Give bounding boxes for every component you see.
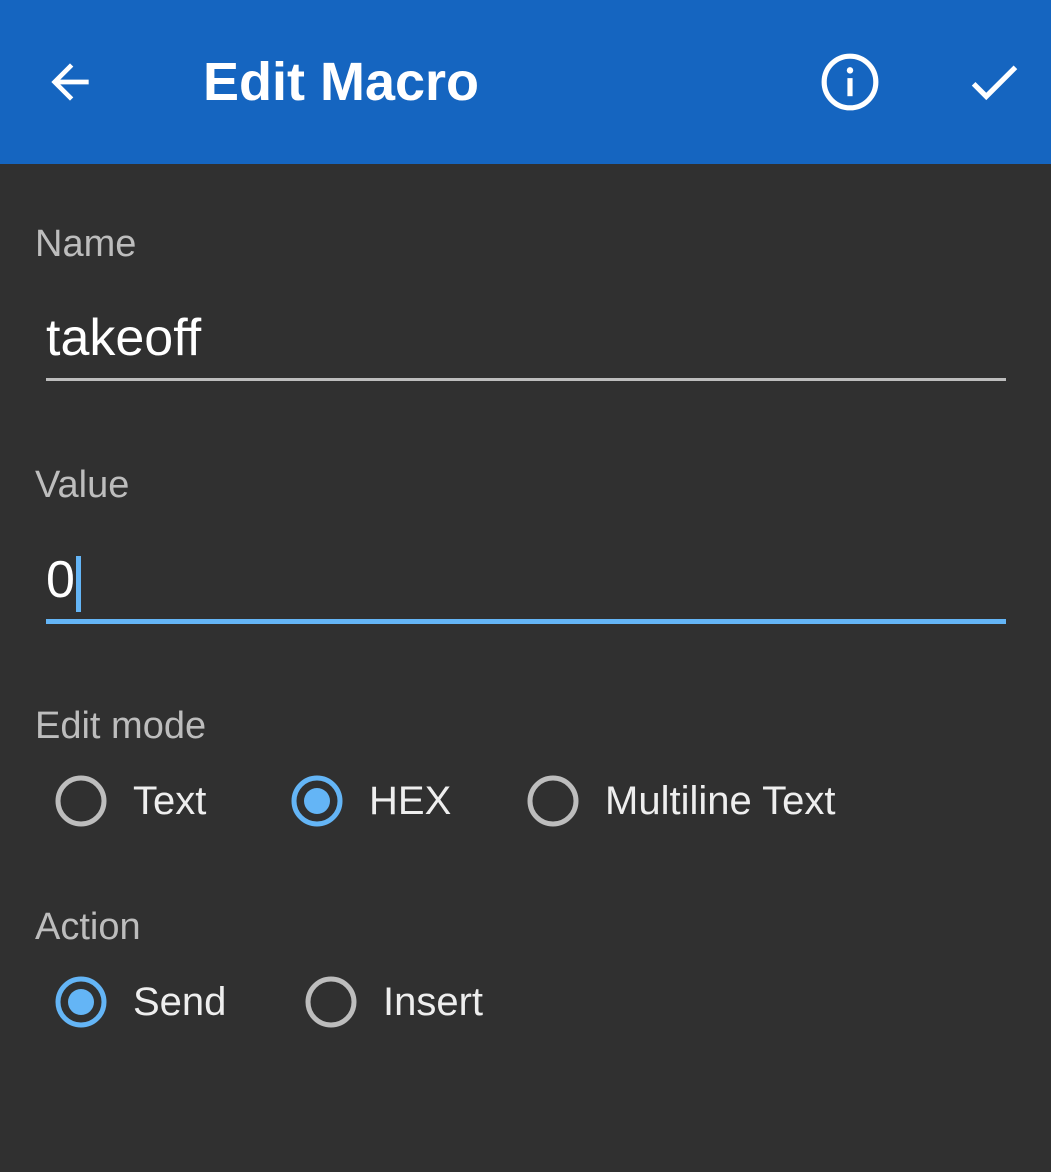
radio-unchecked-icon	[55, 775, 107, 827]
action-insert-radio[interactable]: Insert	[305, 967, 483, 1037]
name-input[interactable]	[46, 300, 1006, 376]
page-title: Edit Macro	[203, 52, 480, 112]
save-button[interactable]	[954, 42, 1034, 122]
radio-unchecked-icon	[527, 775, 579, 827]
edit-mode-label: Edit mode	[35, 705, 207, 747]
action-send-radio[interactable]: Send	[55, 967, 226, 1037]
app-bar: Edit Macro	[0, 0, 1051, 164]
info-button[interactable]	[810, 42, 890, 122]
value-input[interactable]	[46, 542, 1006, 618]
radio-label-send: Send	[133, 980, 227, 1024]
edit-mode-multiline-radio[interactable]: Multiline Text	[527, 766, 835, 836]
back-button[interactable]	[30, 42, 110, 122]
value-label: Value	[35, 464, 130, 506]
checkmark-icon	[971, 65, 1018, 101]
radio-checked-icon	[55, 976, 107, 1028]
radio-unchecked-icon	[305, 976, 357, 1028]
radio-label-insert: Insert	[383, 980, 484, 1024]
name-field-underline	[46, 378, 1006, 381]
name-label: Name	[35, 223, 137, 265]
radio-label-multiline: Multiline Text	[605, 779, 836, 823]
radio-label-text: Text	[133, 779, 207, 823]
radio-checked-icon	[291, 775, 343, 827]
name-field[interactable]	[46, 300, 1006, 381]
value-field-underline	[46, 619, 1006, 624]
radio-label-hex: HEX	[369, 779, 452, 823]
action-label: Action	[35, 906, 141, 948]
edit-mode-text-radio[interactable]: Text	[55, 766, 206, 836]
info-icon	[821, 53, 879, 111]
edit-mode-hex-radio[interactable]: HEX	[291, 766, 451, 836]
arrow-back-icon	[51, 63, 89, 101]
text-cursor	[76, 556, 81, 612]
value-field[interactable]	[46, 542, 1006, 624]
